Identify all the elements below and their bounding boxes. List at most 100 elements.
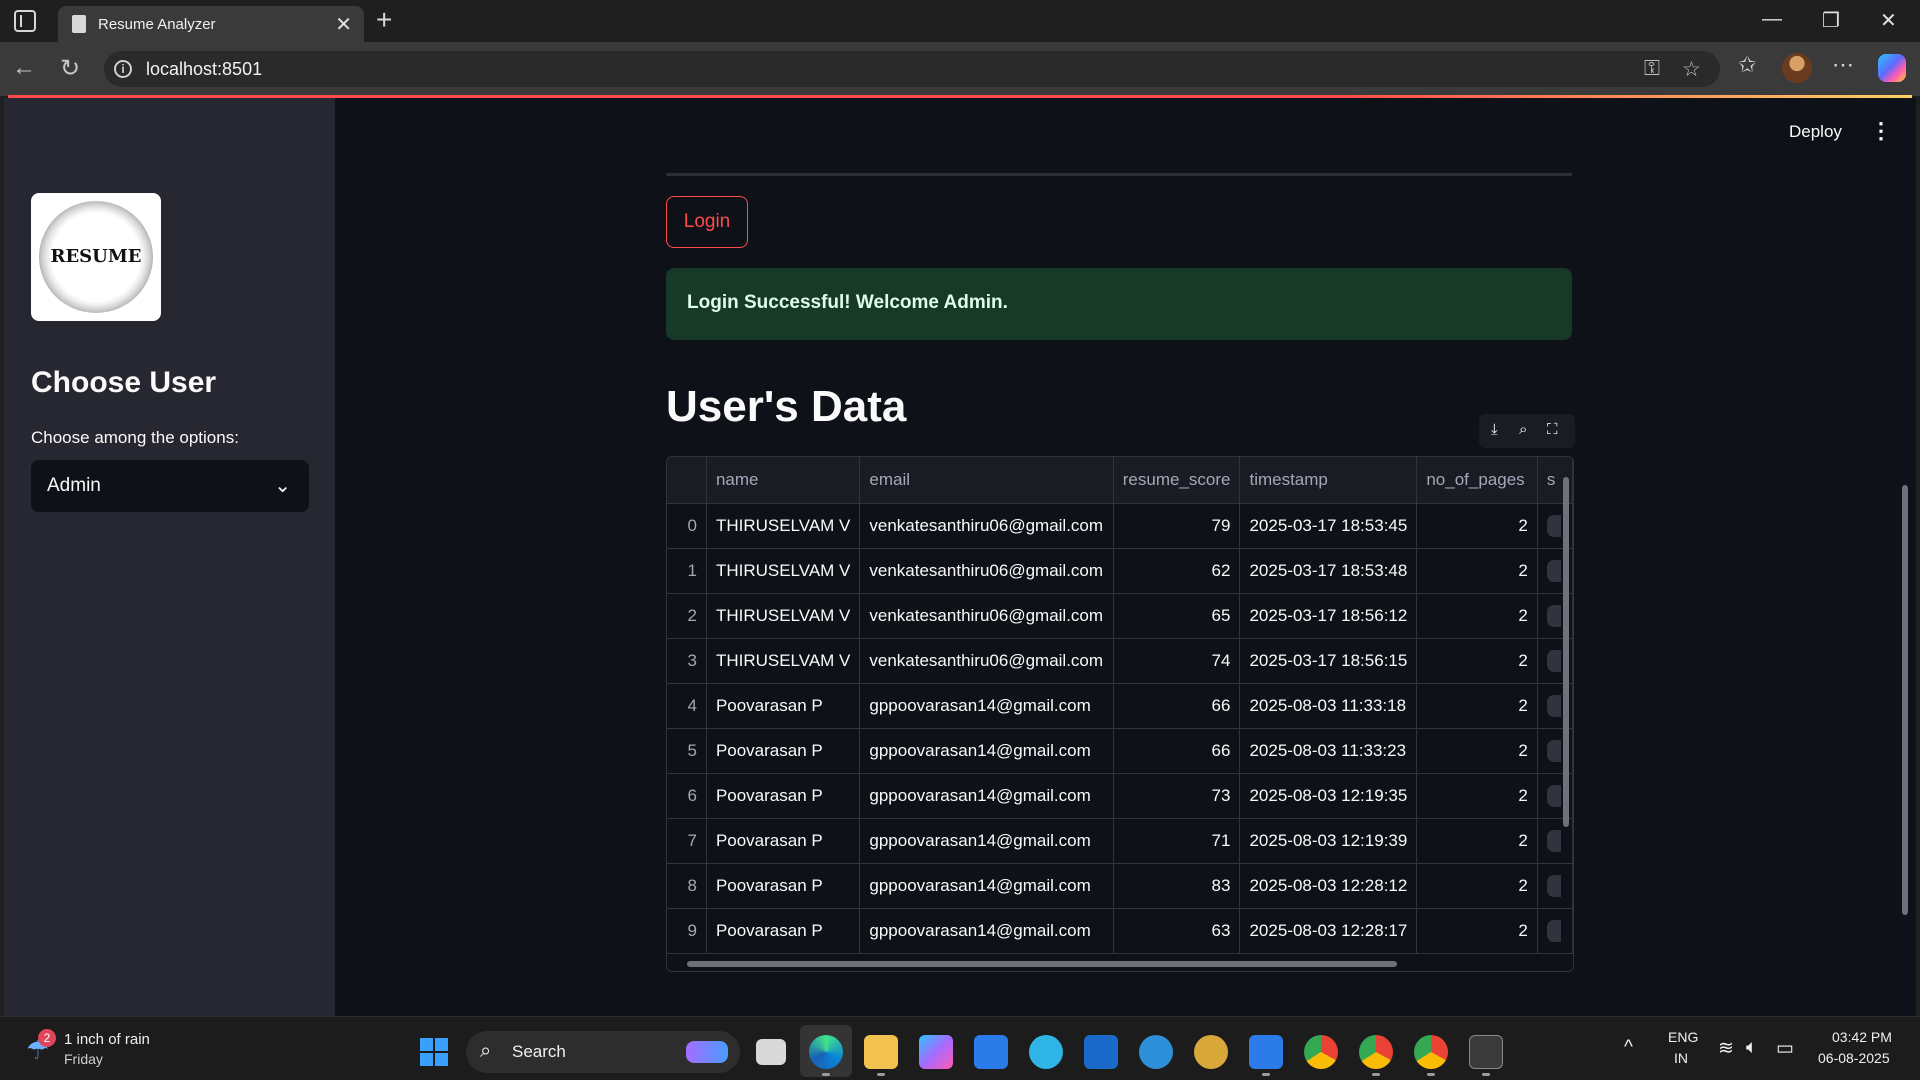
table-row[interactable]: 2 THIRUSELVAM Vvenkatesanthiru06@gmail.co… bbox=[667, 593, 1573, 639]
cell-email[interactable]: gppoovarasan14@gmail.com bbox=[859, 863, 1114, 909]
table-row[interactable]: 4 Poovarasan Pgppoovarasan14@gmail.com 66 2… bbox=[667, 683, 1573, 729]
url-text[interactable]: localhost:8501 bbox=[146, 59, 262, 80]
close-window-button[interactable]: ✕ bbox=[1880, 8, 1897, 33]
deploy-button[interactable]: Deploy bbox=[1789, 122, 1842, 142]
cell-name[interactable]: Poovarasan P bbox=[706, 728, 861, 774]
battery-icon[interactable]: ▭ bbox=[1776, 1037, 1794, 1060]
cell-name[interactable]: Poovarasan P bbox=[706, 818, 861, 864]
cell-timestamp[interactable]: 2025-08-03 12:28:17 bbox=[1239, 908, 1418, 954]
cell-resume-score[interactable]: 62 bbox=[1113, 548, 1241, 594]
chrome-profile-2-icon[interactable] bbox=[1414, 1035, 1448, 1069]
cell-email[interactable]: venkatesanthiru06@gmail.com bbox=[859, 593, 1114, 639]
search-icon[interactable]: ⌕ bbox=[1519, 421, 1527, 438]
column-header-email[interactable]: email bbox=[859, 457, 1114, 504]
cell-resume-score[interactable]: 74 bbox=[1113, 638, 1241, 684]
new-tab-button[interactable]: + bbox=[376, 4, 392, 36]
login-button[interactable]: Login bbox=[666, 196, 748, 248]
cell-no-of-pages[interactable]: 2 bbox=[1416, 503, 1538, 549]
cell-timestamp[interactable]: 2025-08-03 11:33:18 bbox=[1239, 683, 1418, 729]
cell-email[interactable]: gppoovarasan14@gmail.com bbox=[859, 773, 1114, 819]
favorites-icon[interactable]: ✩ bbox=[1738, 52, 1756, 78]
favorite-star-icon[interactable]: ☆ bbox=[1682, 57, 1701, 82]
cell-no-of-pages[interactable]: 2 bbox=[1416, 818, 1538, 864]
column-header-no-of-pages[interactable]: no_of_pages bbox=[1416, 457, 1538, 504]
cell-truncated[interactable] bbox=[1537, 863, 1573, 909]
column-header-name[interactable]: name bbox=[706, 457, 861, 504]
page-scrollbar[interactable] bbox=[1902, 485, 1908, 915]
chrome-icon[interactable] bbox=[1304, 1035, 1338, 1069]
cell-email[interactable]: gppoovarasan14@gmail.com bbox=[859, 818, 1114, 864]
cell-index[interactable]: 7 bbox=[667, 818, 707, 864]
cell-email[interactable]: venkatesanthiru06@gmail.com bbox=[859, 638, 1114, 684]
table-horizontal-scrollbar[interactable] bbox=[687, 961, 1397, 967]
cell-index[interactable]: 8 bbox=[667, 863, 707, 909]
cell-index[interactable]: 3 bbox=[667, 638, 707, 684]
cell-resume-score[interactable]: 71 bbox=[1113, 818, 1241, 864]
cell-resume-score[interactable]: 83 bbox=[1113, 863, 1241, 909]
cell-no-of-pages[interactable]: 2 bbox=[1416, 683, 1538, 729]
cell-index[interactable]: 5 bbox=[667, 728, 707, 774]
cell-name[interactable]: Poovarasan P bbox=[706, 863, 861, 909]
cell-no-of-pages[interactable]: 2 bbox=[1416, 593, 1538, 639]
weather-text[interactable]: 1 inch of rain bbox=[64, 1031, 150, 1048]
cell-no-of-pages[interactable]: 2 bbox=[1416, 728, 1538, 774]
cell-email[interactable]: gppoovarasan14@gmail.com bbox=[859, 683, 1114, 729]
cell-index[interactable]: 0 bbox=[667, 503, 707, 549]
table-row[interactable]: 9 Poovarasan Pgppoovarasan14@gmail.com 63 2… bbox=[667, 908, 1573, 954]
table-row[interactable]: 5 Poovarasan Pgppoovarasan14@gmail.com 66 2… bbox=[667, 728, 1573, 774]
copilot-icon[interactable] bbox=[1878, 54, 1906, 82]
store-icon[interactable] bbox=[974, 1035, 1008, 1069]
column-header-timestamp[interactable]: timestamp bbox=[1239, 457, 1418, 504]
cell-index[interactable]: 9 bbox=[667, 908, 707, 954]
profile-avatar[interactable] bbox=[1782, 53, 1812, 83]
edge-icon[interactable] bbox=[809, 1035, 843, 1069]
cell-no-of-pages[interactable]: 2 bbox=[1416, 863, 1538, 909]
copilot-app-icon[interactable] bbox=[919, 1035, 953, 1069]
cell-timestamp[interactable]: 2025-08-03 12:19:39 bbox=[1239, 818, 1418, 864]
tab-close-icon[interactable]: ✕ bbox=[335, 12, 352, 37]
clock-time[interactable]: 03:42 PM bbox=[1832, 1029, 1892, 1045]
cell-timestamp[interactable]: 2025-08-03 11:33:23 bbox=[1239, 728, 1418, 774]
cell-no-of-pages[interactable]: 2 bbox=[1416, 638, 1538, 684]
table-row[interactable]: 8 Poovarasan Pgppoovarasan14@gmail.com 83 2… bbox=[667, 863, 1573, 909]
cell-index[interactable]: 2 bbox=[667, 593, 707, 639]
cell-timestamp[interactable]: 2025-03-17 18:53:48 bbox=[1239, 548, 1418, 594]
cell-resume-score[interactable]: 66 bbox=[1113, 728, 1241, 774]
cell-email[interactable]: venkatesanthiru06@gmail.com bbox=[859, 503, 1114, 549]
cell-resume-score[interactable]: 66 bbox=[1113, 683, 1241, 729]
vscode-icon[interactable] bbox=[1249, 1035, 1283, 1069]
key-icon[interactable]: ⚿ bbox=[1644, 57, 1660, 81]
table-row[interactable]: 6 Poovarasan Pgppoovarasan14@gmail.com 73 2… bbox=[667, 773, 1573, 819]
language-indicator[interactable]: ENG bbox=[1668, 1029, 1698, 1045]
refresh-icon[interactable]: ↻ bbox=[60, 54, 80, 83]
cell-name[interactable]: THIRUSELVAM V bbox=[706, 503, 861, 549]
fullscreen-icon[interactable]: ⛶ bbox=[1547, 421, 1558, 438]
browser-tab[interactable]: Resume Analyzer ✕ bbox=[58, 6, 364, 42]
settings-app-icon[interactable] bbox=[1139, 1035, 1173, 1069]
cell-name[interactable]: Poovarasan P bbox=[706, 773, 861, 819]
cell-name[interactable]: Poovarasan P bbox=[706, 908, 861, 954]
cell-index[interactable]: 1 bbox=[667, 548, 707, 594]
chrome-profile-icon[interactable] bbox=[1359, 1035, 1393, 1069]
back-icon[interactable]: ← bbox=[12, 54, 36, 82]
taskbar-search[interactable]: ⌕ Search bbox=[466, 1031, 740, 1073]
chevron-down-icon[interactable]: ⌄ bbox=[274, 473, 291, 498]
cell-no-of-pages[interactable]: 2 bbox=[1416, 908, 1538, 954]
maximize-button[interactable]: ❐ bbox=[1822, 8, 1840, 33]
column-header-resume-score[interactable]: resume_score bbox=[1113, 457, 1241, 504]
emblem-app-icon[interactable] bbox=[1194, 1035, 1228, 1069]
cell-timestamp[interactable]: 2025-03-17 18:53:45 bbox=[1239, 503, 1418, 549]
more-options-icon[interactable]: ⋯ bbox=[1832, 52, 1854, 78]
cell-timestamp[interactable]: 2025-08-03 12:19:35 bbox=[1239, 773, 1418, 819]
start-button[interactable] bbox=[420, 1038, 448, 1066]
table-vertical-scrollbar[interactable] bbox=[1563, 477, 1569, 827]
cell-resume-score[interactable]: 73 bbox=[1113, 773, 1241, 819]
cell-timestamp[interactable]: 2025-08-03 12:28:12 bbox=[1239, 863, 1418, 909]
address-bar[interactable]: i localhost:8501 ⚿ ☆ bbox=[104, 51, 1720, 87]
cell-resume-score[interactable]: 63 bbox=[1113, 908, 1241, 954]
main-menu-icon[interactable]: ⋮ bbox=[1870, 118, 1892, 144]
minimize-button[interactable]: — bbox=[1762, 8, 1782, 31]
file-explorer-icon[interactable] bbox=[864, 1035, 898, 1069]
cell-name[interactable]: THIRUSELVAM V bbox=[706, 548, 861, 594]
cell-resume-score[interactable]: 65 bbox=[1113, 593, 1241, 639]
